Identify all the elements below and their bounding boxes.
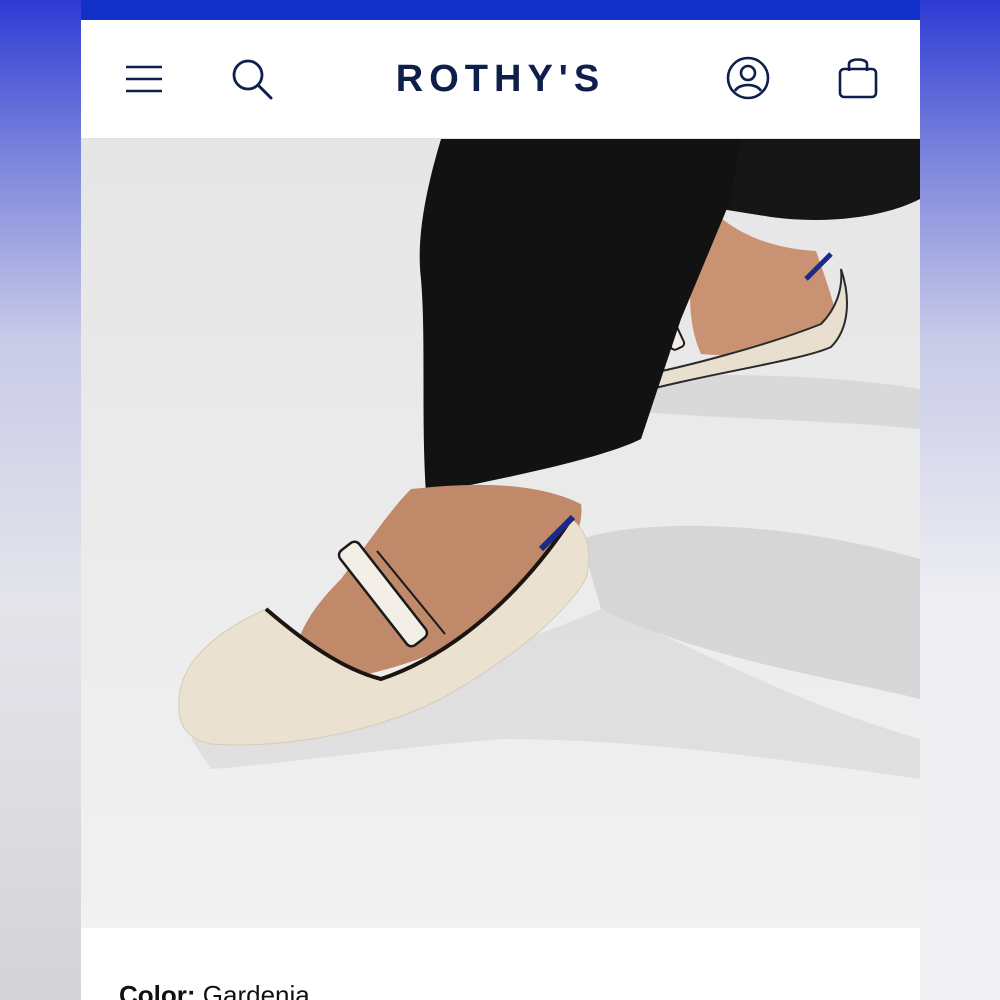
hamburger-menu-icon xyxy=(126,65,162,93)
right-background-border xyxy=(920,0,1000,1000)
left-background-border xyxy=(0,0,81,1000)
shopping-bag-icon xyxy=(838,58,878,99)
account-button[interactable] xyxy=(724,54,772,102)
menu-button[interactable] xyxy=(121,58,167,100)
top-accent-bar xyxy=(81,0,920,20)
product-info: Color: Gardenia xyxy=(81,928,920,1000)
product-image-carousel[interactable] xyxy=(81,139,920,922)
site-header: ROTHY'S xyxy=(81,20,920,139)
cart-button[interactable] xyxy=(833,52,883,102)
product-page: ROTHY'S Color: Gardenia xyxy=(81,0,920,1000)
brand-logo[interactable]: ROTHY'S xyxy=(301,54,700,104)
account-icon xyxy=(726,56,770,100)
color-label: Color: xyxy=(119,980,196,1000)
color-selection-text: Color: Gardenia xyxy=(119,980,310,1000)
product-photo xyxy=(178,139,920,779)
search-icon xyxy=(232,59,273,100)
color-value: Gardenia xyxy=(202,980,310,1000)
search-button[interactable] xyxy=(229,56,275,102)
